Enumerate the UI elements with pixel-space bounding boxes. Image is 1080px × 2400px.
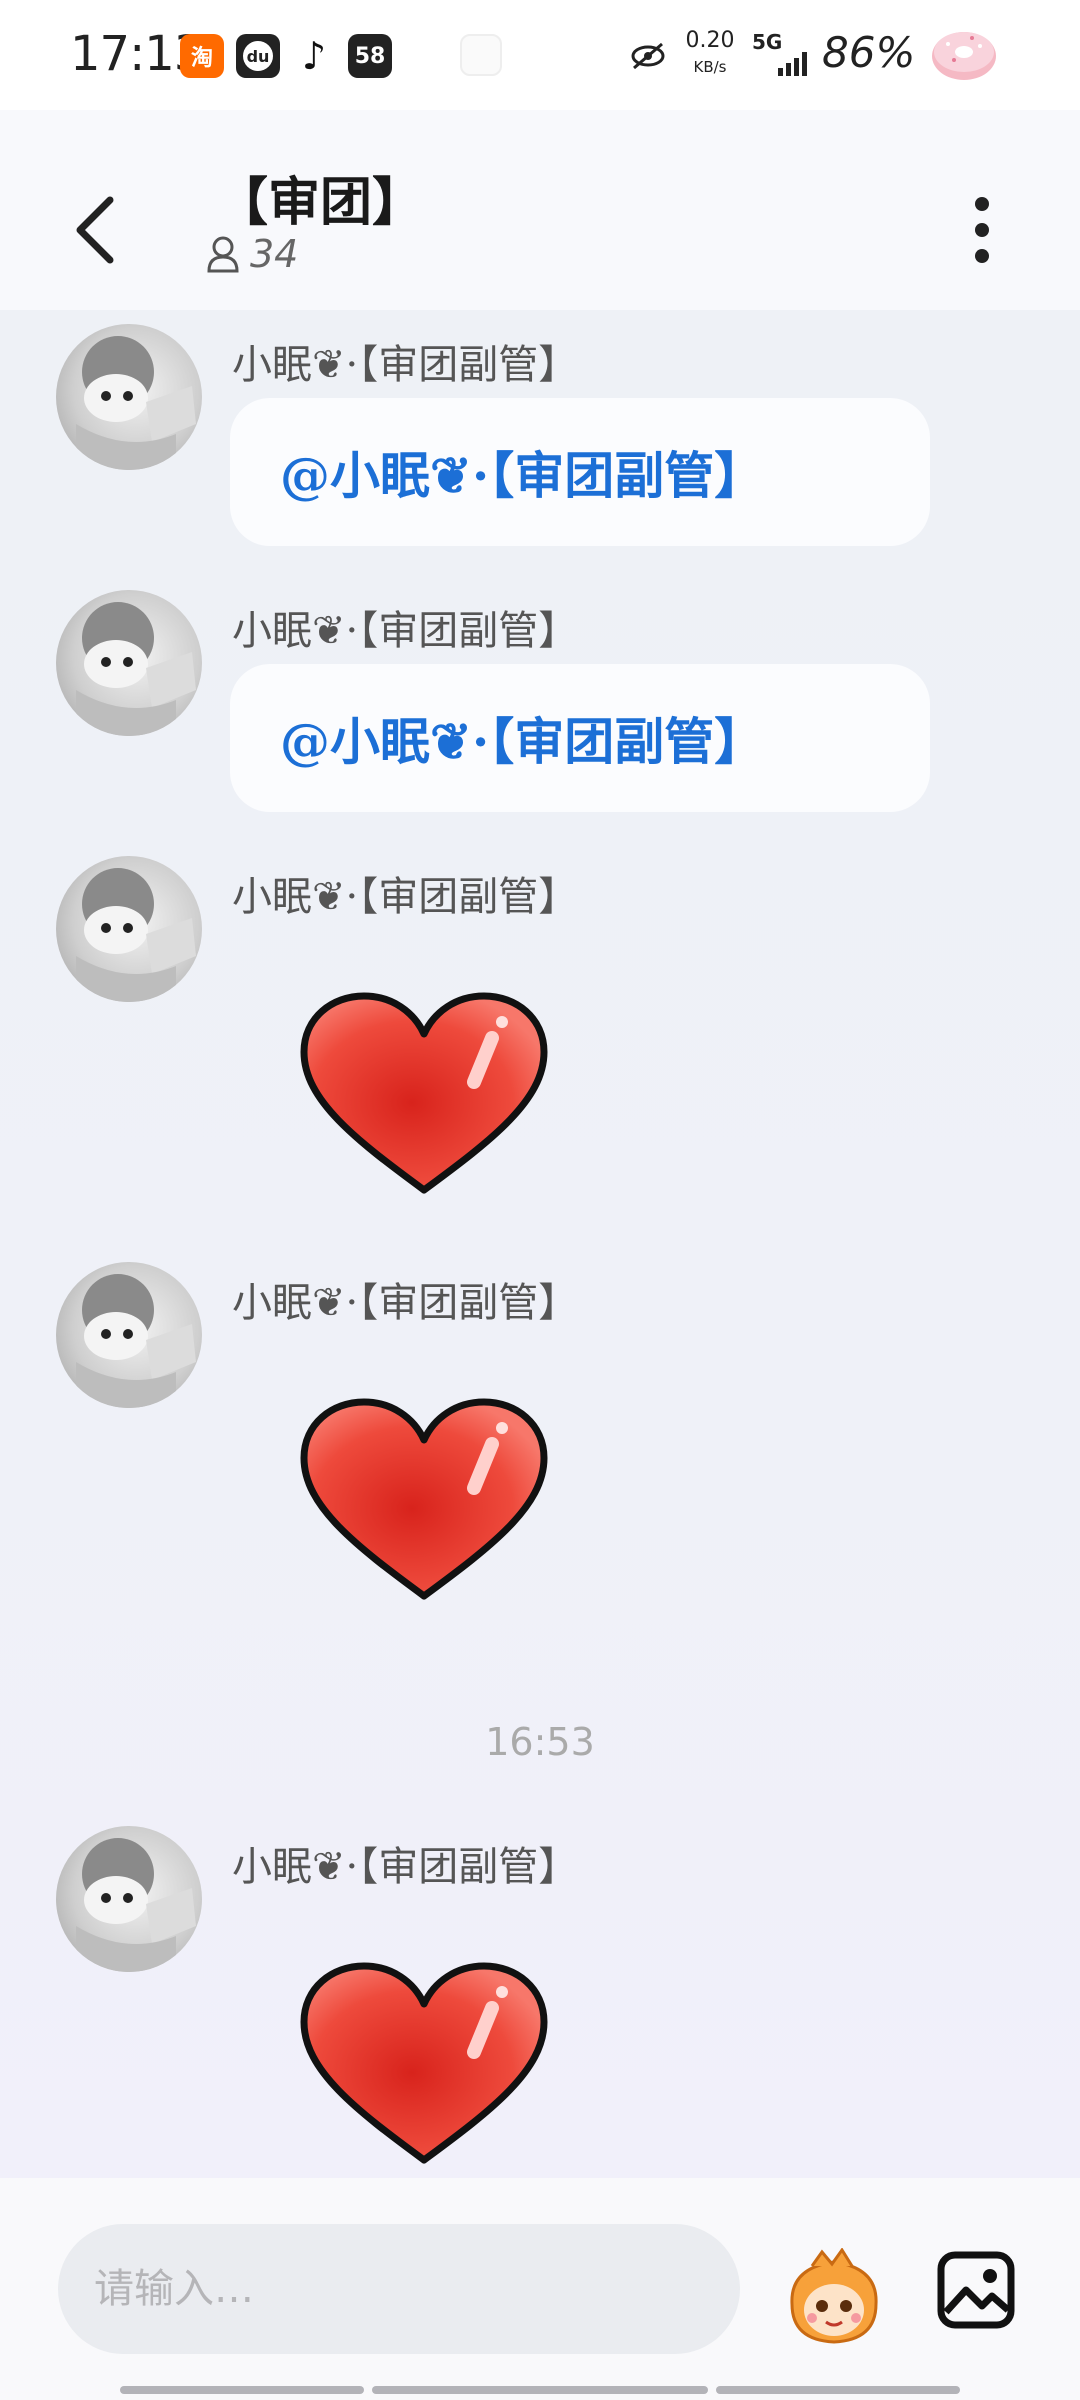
- mention-text[interactable]: @小眠❦·【审团副管】: [280, 436, 764, 508]
- tiktok-icon: ♪: [292, 34, 336, 78]
- message-input-bar: [0, 2178, 1080, 2400]
- donut-battery-icon: [932, 32, 996, 80]
- sender-name: 小眠❦·【审团副管】: [232, 1280, 579, 1326]
- member-count: 34: [250, 232, 299, 276]
- sender-name: 小眠❦·【审团副管】: [232, 342, 579, 388]
- heart-sticker-icon[interactable]: [296, 1960, 552, 2170]
- avatar-image: [76, 1838, 196, 1972]
- battery-level: 86%: [822, 28, 916, 77]
- nav-gesture-bar: [372, 2386, 708, 2394]
- status-bar: 17:13 淘 du ♪ 58 0.20 KB/s 5G 86%: [0, 0, 1080, 110]
- avatar-image: [76, 336, 196, 470]
- mention-text[interactable]: @小眠❦·【审团副管】: [280, 702, 764, 774]
- message-timestamp: 16:53: [485, 1720, 595, 1764]
- heart-sticker-icon[interactable]: [296, 1396, 552, 1606]
- back-arrow-icon[interactable]: [66, 190, 126, 270]
- 58-icon: 58: [348, 34, 392, 78]
- message-bubble[interactable]: @小眠❦·【审团副管】: [230, 398, 930, 546]
- sender-name: 小眠❦·【审团副管】: [232, 874, 579, 920]
- taobao-icon: 淘: [180, 34, 224, 78]
- chat-header: 【审团】 34: [0, 110, 1080, 310]
- avatar-image: [76, 1274, 196, 1408]
- notification-placeholder-icon: [460, 34, 502, 76]
- mascot-sticker-icon[interactable]: [782, 2248, 886, 2348]
- chat-message-list[interactable]: 小眠❦·【审团副管】 @小眠❦·【审团副管】 小眠❦·【审团副管】 @小眠❦·【…: [0, 310, 1080, 2178]
- heart-sticker-icon[interactable]: [296, 990, 552, 1200]
- sender-avatar[interactable]: [56, 856, 202, 1002]
- sender-avatar[interactable]: [56, 1262, 202, 1408]
- more-options-icon[interactable]: [962, 190, 1002, 270]
- image-picker-icon[interactable]: [936, 2250, 1016, 2330]
- avatar-image: [76, 868, 196, 1002]
- sender-name: 小眠❦·【审团副管】: [232, 608, 579, 654]
- nav-gesture-bar: [120, 2386, 364, 2394]
- net-speed: 0.20 KB/s: [685, 28, 735, 76]
- signal-icon: [778, 52, 807, 76]
- message-input[interactable]: [58, 2224, 740, 2354]
- group-title[interactable]: 【审团】: [216, 160, 424, 235]
- sender-avatar[interactable]: [56, 590, 202, 736]
- sender-name: 小眠❦·【审团副管】: [232, 1844, 579, 1890]
- nav-gesture-bar: [716, 2386, 960, 2394]
- sender-avatar[interactable]: [56, 324, 202, 470]
- person-icon: [207, 236, 239, 273]
- avatar-image: [76, 602, 196, 736]
- sender-avatar[interactable]: [56, 1826, 202, 1972]
- du-icon: du: [236, 34, 280, 78]
- eye-protection-icon: [631, 42, 665, 70]
- member-count-row[interactable]: 34: [206, 232, 298, 276]
- message-bubble[interactable]: @小眠❦·【审团副管】: [230, 664, 930, 812]
